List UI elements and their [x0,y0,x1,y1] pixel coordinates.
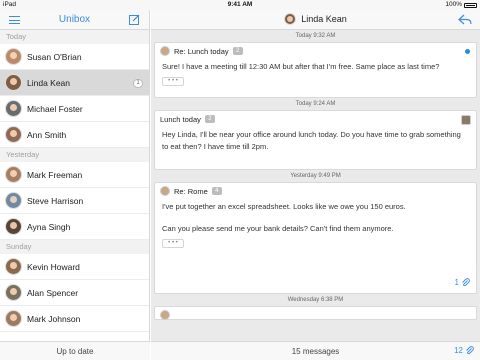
message-subject: Re: Rome [174,186,208,196]
avatar [5,310,22,327]
contact-name: Alan Spencer [27,287,79,298]
thread-count-badge: 2 [204,115,215,123]
contact-list: Today Susan O'Brian Linda Kean 1 Michael Fos… [0,30,149,332]
contact-item[interactable]: Alan Spencer [0,280,149,306]
sender-avatar [160,310,170,320]
contact-name: Michael Foster [27,103,83,114]
contact-name: Mark Freeman [27,169,83,180]
message-subject: Lunch today [160,114,201,124]
contact-name: Susan O'Brian [27,51,82,62]
contact-name: Ann Smith [27,129,67,140]
show-quoted-button[interactable]: • • • [162,77,184,86]
message-card[interactable]: Re: Lunch today 2 Sure! I have a meeting t… [154,42,477,98]
contact-name: Linda Kean [27,77,71,88]
sender-avatar [160,46,170,56]
message-header: Re: Lunch today 2 [155,43,476,59]
conversation-header: Linda Kean [151,10,480,30]
attachment-count: 1 [454,278,459,287]
contact-name: Steve Harrison [27,195,84,206]
sidebar: Unibox Today Susan O'Brian Linda Kean 1 Mich… [0,10,150,360]
date-separator: Today 9:32 AM [295,33,336,39]
sync-status: Up to date [0,341,150,360]
header-avatar [284,13,297,25]
contact-item[interactable]: Linda Kean 1 [0,70,149,96]
show-quoted-button[interactable]: • • • [162,239,184,248]
unread-count-badge: 1 [133,79,143,88]
battery-status: 100% [445,0,477,10]
clock: 9:41 AM [227,1,253,8]
thread-count-badge: 4 [211,187,222,195]
unread-indicator [465,49,470,54]
paperclip-icon [462,278,470,287]
message-header: Lunch today 2 [155,111,476,127]
compose-icon[interactable] [129,14,140,25]
message-list: Today 9:32 AM Re: Lunch today 2 Sure! I hav… [151,30,480,320]
app-title: Unibox [58,14,91,25]
message-card[interactable]: Re: Rome 4 I've put together an excel spre… [154,182,477,294]
sidebar-header: Unibox [0,10,149,30]
contact-item[interactable]: Ayna Singh [0,214,149,240]
avatar [5,218,22,235]
avatar [5,284,22,301]
date-separator: Yesterday 9:49 PM [290,173,341,179]
message-body: Hey Linda, I'll be near your office arou… [162,130,461,151]
avatar [5,74,22,91]
message-body: Sure! I have a meeting till 12:30 AM but… [162,62,440,71]
battery-percent: 100% [445,1,462,8]
reply-icon[interactable] [458,14,472,25]
paperclip-icon [466,346,474,355]
contact-item[interactable]: Susan O'Brian [0,44,149,70]
contact-name: Ayna Singh [27,221,71,232]
date-separator: Today 9:24 AM [295,101,336,107]
message-header [155,307,476,323]
conversation-title: Linda Kean [301,14,347,24]
battery-icon [464,2,477,8]
section-header: Yesterday [0,148,149,162]
avatar [5,258,22,275]
message-count: 15 messages [291,347,340,356]
avatar [5,126,22,143]
contact-item[interactable]: Kevin Howard [0,254,149,280]
section-header: Today [0,30,149,44]
message-attachments[interactable]: 1 [455,278,470,287]
sender-avatar [461,115,471,125]
contact-name: Mark Johnson [27,313,81,324]
sender-avatar [160,186,170,196]
contact-item[interactable]: Ann Smith [0,122,149,148]
conversation-contact: Linda Kean [151,13,480,25]
avatar [5,192,22,209]
avatar [5,166,22,183]
avatar [5,48,22,65]
message-body: I've put together an excel spreadsheet. … [162,202,406,211]
date-separator: Wednesday 6:38 PM [287,297,344,303]
contact-item[interactable]: Steve Harrison [0,188,149,214]
contact-name: Kevin Howard [27,261,80,272]
contact-item[interactable]: Mark Freeman [0,162,149,188]
avatar [5,100,22,117]
message-header: Re: Rome 4 [155,183,476,199]
status-bar: iPad 9:41 AM 100% [0,0,480,10]
message-body: Can you please send me your bank details… [162,224,394,233]
section-header: Sunday [0,240,149,254]
message-card[interactable] [154,306,477,320]
thread-count-badge: 2 [232,47,243,55]
contact-item[interactable]: Mark Johnson [0,306,149,332]
conversation-footer: 15 messages 12 [151,341,480,360]
message-card[interactable]: Lunch today 2 Hey Linda, I'll be near your… [154,110,477,170]
message-subject: Re: Lunch today [174,46,229,56]
contact-item[interactable]: Michael Foster [0,96,149,122]
attachments-count: 12 [454,346,463,355]
attachments-button[interactable]: 12 [454,346,474,355]
conversation-pane: Linda Kean Today 9:32 AM Re: Lunch today 2… [151,10,480,360]
